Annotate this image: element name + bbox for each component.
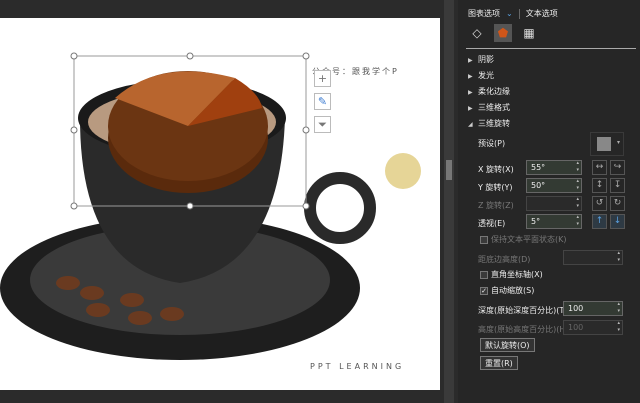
- distance-from-ground-input: [563, 250, 623, 265]
- reset-button[interactable]: 重置(R): [480, 356, 518, 370]
- section-glow[interactable]: ▶ 发光: [468, 70, 494, 81]
- section-shadow[interactable]: ▶ 阴影: [468, 54, 494, 65]
- tab-text-options[interactable]: 文本选项: [526, 8, 558, 19]
- x-rotation-label: X 旋转(X): [478, 165, 514, 174]
- autoscale-checkbox[interactable]: ✓ 自动缩放(S): [480, 285, 534, 296]
- pie-chart[interactable]: [108, 71, 268, 193]
- depth-input[interactable]: 100: [563, 301, 623, 316]
- brand-text: PPT LEARNING: [310, 362, 405, 371]
- depth-label: 深度(原始深度百分比)(T): [478, 306, 568, 315]
- height-input: 100: [563, 320, 623, 335]
- chart-elements-plus-icon[interactable]: +: [314, 70, 331, 87]
- preset-dropdown[interactable]: ▾: [590, 132, 624, 156]
- section-3d-format[interactable]: ▶ 三维格式: [468, 102, 510, 113]
- default-rotation-button[interactable]: 默认旋转(O): [480, 338, 535, 352]
- size-properties-icon[interactable]: ▦: [520, 24, 538, 42]
- decrease-perspective-icon[interactable]: ↓: [610, 214, 625, 229]
- chart-filter-icon[interactable]: ⏷: [314, 116, 331, 133]
- rotate-right-icon[interactable]: ↪: [610, 160, 625, 175]
- format-panel: 图表选项 ⌄ 文本选项 ◇ ⬟ ▦ ▶ 阴影 ▶ 发光 ▶ 柔化边缘 ▶ 三维格式 ◢ 三…: [458, 0, 640, 403]
- increase-perspective-icon[interactable]: ↑: [592, 214, 607, 229]
- effects-pentagon-icon[interactable]: ⬟: [494, 24, 512, 42]
- tab-chart-options[interactable]: 图表选项: [468, 8, 500, 19]
- y-rotation-input[interactable]: 50°: [526, 178, 582, 193]
- slide-canvas[interactable]: 公众号：跟我学个P + ✎ ⏷ PPT LEARNING: [0, 18, 440, 390]
- rotate-down-icon[interactable]: ↧: [610, 178, 625, 193]
- chart-styles-brush-icon[interactable]: ✎: [314, 93, 331, 110]
- rotate-left-icon[interactable]: ↔: [592, 160, 607, 175]
- rotate-up-icon[interactable]: ↕: [592, 178, 607, 193]
- keep-text-flat-checkbox: 保持文本平面状态(K): [480, 234, 567, 245]
- mouse-cursor-highlight: [385, 153, 421, 189]
- chevron-down-icon[interactable]: ⌄: [506, 9, 513, 18]
- z-rotation-label: Z 旋转(Z): [478, 201, 514, 210]
- section-3d-rotation[interactable]: ◢ 三维旋转: [468, 118, 510, 129]
- section-soft-edges[interactable]: ▶ 柔化边缘: [468, 86, 510, 97]
- preset-label: 预设(P): [478, 139, 506, 148]
- height-label: 高度(原始高度百分比)(H): [478, 325, 569, 334]
- vertical-scrollbar[interactable]: [444, 0, 454, 403]
- y-rotation-label: Y 旋转(Y): [478, 183, 513, 192]
- right-angle-axes-checkbox[interactable]: 直角坐标轴(X): [480, 269, 543, 280]
- perspective-label: 透视(E): [478, 219, 506, 228]
- x-rotation-input[interactable]: 55°: [526, 160, 582, 175]
- fill-line-icon[interactable]: ◇: [468, 24, 486, 42]
- rotate-clockwise-icon[interactable]: ↻: [610, 196, 625, 211]
- z-rotation-input: [526, 196, 582, 211]
- distance-from-ground-label: 距底边高度(D): [478, 255, 531, 264]
- rotate-counterclockwise-icon[interactable]: ↺: [592, 196, 607, 211]
- perspective-input[interactable]: 5°: [526, 214, 582, 229]
